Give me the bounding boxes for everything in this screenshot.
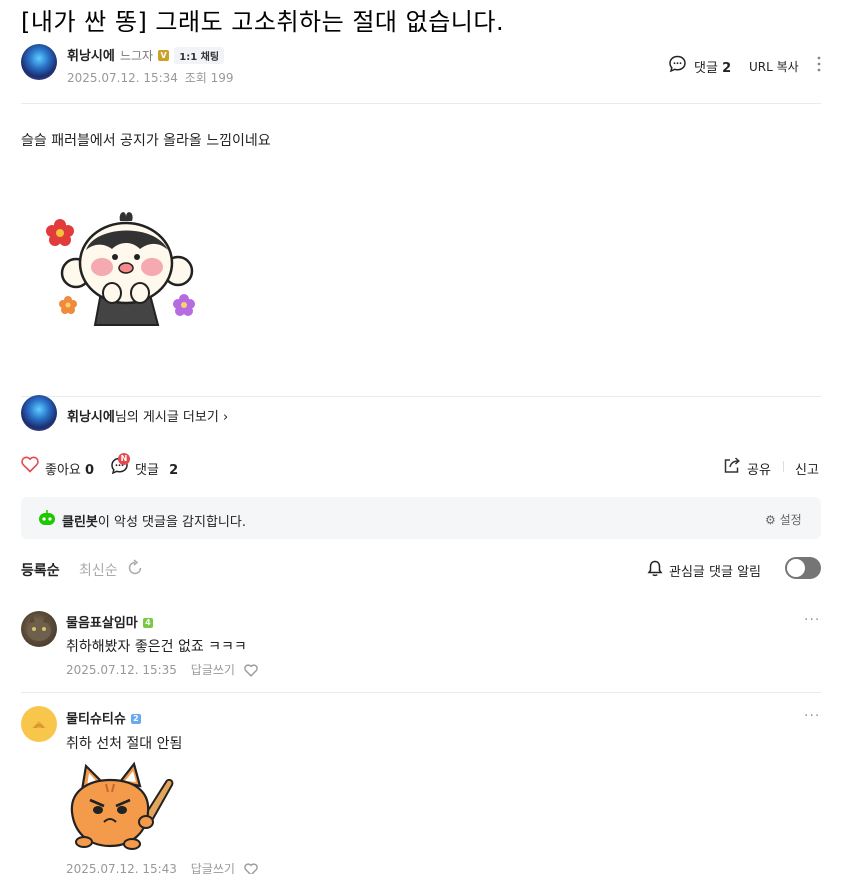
post-title: [내가 싼 똥] 그래도 고소취하는 절대 없습니다.	[21, 8, 505, 36]
cleanbot-name: 클린봇	[62, 515, 98, 530]
reply-button[interactable]: 답글쓰기	[191, 862, 235, 874]
comment-author-line: 물음표살임마 4	[66, 612, 153, 631]
level-badge: 2	[130, 713, 141, 724]
post-meta: 2025.07.12. 15:34 조회 199	[67, 69, 234, 86]
more-options-icon[interactable]	[816, 55, 822, 73]
body-divider	[21, 396, 821, 397]
like-button[interactable]: 좋아요 0	[45, 459, 94, 478]
action-separator	[783, 461, 784, 472]
cleanbot-settings-button[interactable]: ⚙ 설정	[765, 511, 802, 528]
toggle-knob	[787, 559, 805, 577]
comment-label: 댓글	[135, 463, 159, 478]
comment-author-line: 물티슈티슈 2	[66, 708, 141, 727]
chat-button[interactable]: 1:1 채팅	[174, 47, 225, 64]
sort-latest-tab[interactable]: 최신순	[79, 560, 118, 580]
author-name[interactable]: 휘낭시에	[67, 49, 115, 64]
header-divider	[21, 103, 821, 104]
url-copy-button[interactable]: URL 복사	[749, 58, 799, 75]
comment-heart-icon[interactable]	[244, 861, 258, 874]
settings-label: 설정	[779, 513, 802, 527]
share-button[interactable]: 공유	[747, 459, 771, 478]
comment-avatar[interactable]	[21, 611, 57, 647]
alarm-label: 관심글 댓글 알림	[669, 565, 761, 580]
report-button[interactable]: 신고	[795, 459, 819, 478]
cleanbot-text: 클린봇이 악성 댓글을 감지합니다.	[62, 511, 246, 530]
chevron-right-icon: ›	[222, 410, 229, 425]
gear-icon: ⚙	[765, 513, 776, 527]
comment-heart-icon[interactable]	[244, 662, 258, 677]
more-posts-suffix: 님의 게시글 더보기	[114, 410, 219, 425]
comment-date: 2025.07.12. 15:43	[66, 862, 177, 874]
comment-button[interactable]: 댓글 2	[135, 459, 178, 478]
cleanbot-icon	[37, 509, 57, 527]
bell-icon	[647, 560, 663, 577]
comment-meta: 2025.07.12. 15:43 답글쓰기	[66, 860, 235, 874]
comment-meta: 2025.07.12. 15:35 답글쓰기	[66, 661, 235, 678]
comment-date: 2025.07.12. 15:35	[66, 663, 177, 677]
comment-text: 취하해봤자 좋은건 없죠 ㅋㅋㅋ	[66, 639, 247, 655]
comment-count: 2	[169, 463, 179, 478]
author-avatar[interactable]	[21, 44, 57, 80]
comment-bubble-icon[interactable]	[668, 55, 688, 73]
top-comment-label: 댓글	[694, 61, 718, 76]
sticker-image	[40, 205, 205, 335]
comment-sticker-image	[62, 760, 177, 852]
top-comment-count: 2	[722, 61, 732, 76]
comment-divider	[21, 692, 821, 693]
post-body: 슬슬 패러블에서 공지가 올라올 느낌이네요	[21, 133, 271, 149]
author-line: 휘낭시에 느그자 V 1:1 채팅	[67, 45, 225, 64]
more-posts-avatar[interactable]	[21, 395, 57, 431]
sort-registration-tab[interactable]: 등록순	[21, 560, 60, 580]
like-label: 좋아요	[45, 463, 81, 478]
grade-badge-icon: V	[158, 50, 170, 61]
heart-icon[interactable]	[21, 456, 39, 474]
post-views: 조회 199	[184, 71, 234, 85]
comment-avatar[interactable]	[21, 706, 57, 742]
more-posts-link[interactable]: 휘낭시에님의 게시글 더보기 ›	[67, 406, 228, 425]
share-icon[interactable]	[723, 457, 741, 474]
more-posts-author: 휘낭시에	[67, 410, 115, 425]
author-grade: 느그자	[119, 49, 154, 63]
comment-more-icon[interactable]: ···	[804, 708, 820, 724]
comment-author[interactable]: 물음표살임마	[66, 616, 138, 631]
top-comment-link[interactable]: 댓글 2	[694, 57, 731, 76]
alarm-toggle[interactable]	[785, 557, 821, 579]
post-date: 2025.07.12. 15:34	[67, 71, 178, 85]
reply-button[interactable]: 답글쓰기	[191, 663, 235, 677]
comment-author[interactable]: 물티슈티슈	[66, 712, 126, 727]
refresh-icon[interactable]	[126, 559, 144, 577]
comment-more-icon[interactable]: ···	[804, 612, 820, 628]
comment-text: 취하 선처 절대 안됨	[66, 736, 183, 752]
level-badge: 4	[142, 617, 153, 628]
new-badge: N	[118, 453, 130, 465]
cleanbot-description: 이 악성 댓글을 감지합니다.	[97, 515, 246, 530]
like-count: 0	[85, 463, 95, 478]
